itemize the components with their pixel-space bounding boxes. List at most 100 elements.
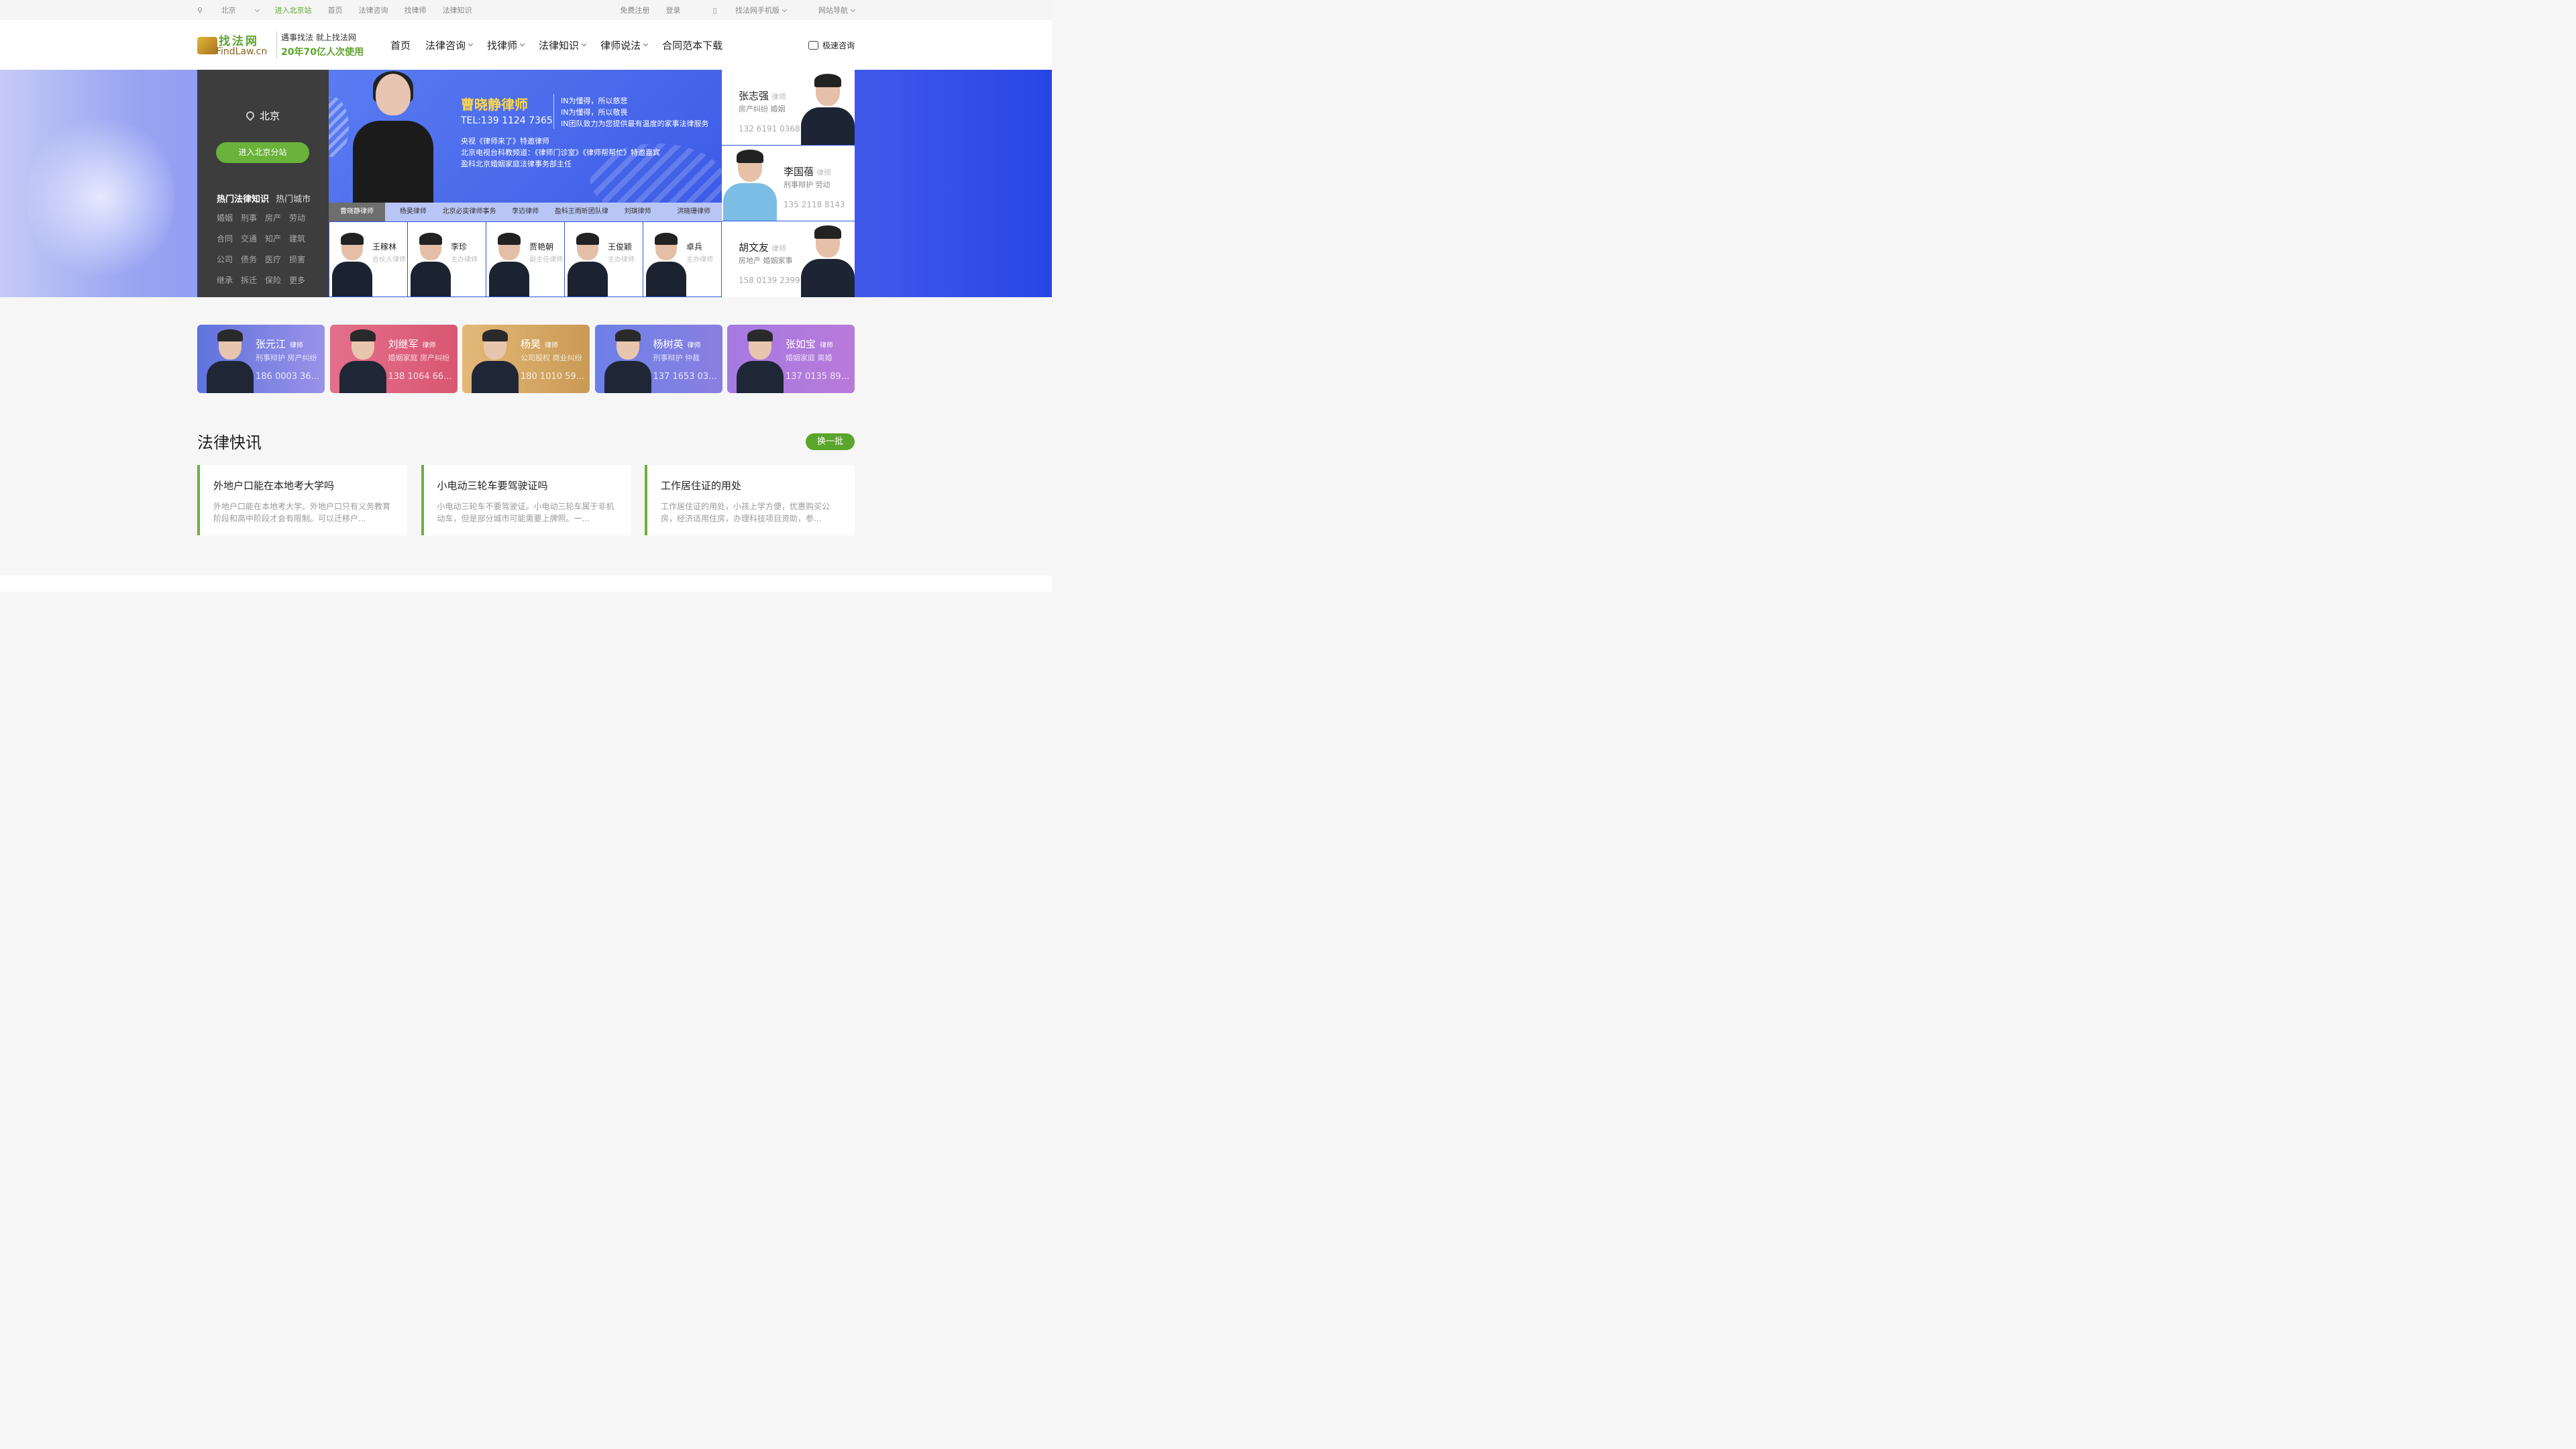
- right-lawyer-card[interactable]: 胡文友 律师 房地产 婚姻家事 158 0139 2399: [722, 221, 855, 297]
- lawyer-photo: [604, 329, 651, 393]
- topic-link[interactable]: 保险: [265, 274, 289, 286]
- top-link-consult[interactable]: 法律咨询: [359, 5, 388, 15]
- ad-tab[interactable]: 李迈律师: [497, 203, 553, 221]
- nav-label: 法律知识: [539, 39, 580, 52]
- lawyer-row: 王稼林 合伙人律师 李珍 主办律师 贾艳朝 副主任律师 王俊颖 主办律师 卓兵 …: [329, 221, 722, 297]
- topic-grid: 婚姻 刑事 房产 劳动 合同 交通 知产 建筑 公司 债务 医疗 损害 继承 拆…: [217, 212, 317, 286]
- chevron-down-icon: [582, 41, 587, 46]
- nav-label: 法律咨询: [425, 39, 466, 52]
- right-lawyer-card[interactable]: 张志强 律师 房产纠纷 婚姻 132 6191 0368: [722, 70, 855, 146]
- lawyer-title: 主办律师: [451, 256, 478, 264]
- topic-link[interactable]: 公司: [217, 254, 241, 265]
- topic-link[interactable]: 继承: [217, 274, 241, 286]
- topic-link[interactable]: 劳动: [289, 212, 313, 223]
- topic-link[interactable]: 交通: [241, 233, 265, 244]
- ad-title: 曹晓静律师: [461, 97, 528, 113]
- topic-link[interactable]: 刑事: [241, 212, 265, 223]
- logo-en: FindLaw.cn: [216, 46, 268, 57]
- news-list: 外地户口能在本地考大学吗 外地户口能在本地考大学。外地户口只有义务教育阶段和高中…: [197, 465, 855, 535]
- chevron-down-icon: [254, 7, 260, 13]
- sitemap-link[interactable]: 网站导航: [802, 5, 856, 15]
- enter-branch-button[interactable]: 进入北京分站: [216, 142, 309, 163]
- nav-label: 合同范本下载: [662, 39, 723, 52]
- topic-link[interactable]: 婚姻: [217, 212, 241, 223]
- top-link-knowledge[interactable]: 法律知识: [443, 5, 472, 15]
- nav-contracts[interactable]: 合同范本下载: [662, 38, 722, 52]
- chevron-down-icon: [468, 41, 474, 46]
- sitemap-label: 网站导航: [818, 6, 848, 15]
- topic-link[interactable]: 知产: [265, 233, 289, 244]
- lawyer-photo: [472, 329, 519, 393]
- right-lawyer-card[interactable]: 李国蓓 律师 刑事辩护 劳动 135 2118 8143: [722, 146, 855, 221]
- location-selector[interactable]: ⚲ 北京: [197, 5, 260, 15]
- news-section-title: 法律快讯: [197, 433, 262, 452]
- lawyer-name-text: 刘继军: [388, 338, 419, 350]
- topic-link[interactable]: 债务: [241, 254, 265, 265]
- lawyer-fields: 婚姻家庭 房产纠纷: [388, 354, 450, 362]
- featured-lawyer-card[interactable]: 杨昊 律师 公司股权 商业纠纷 180 1010 59...: [462, 325, 590, 393]
- ad-tab[interactable]: 杨昊律师: [385, 203, 441, 221]
- lawyer-card[interactable]: 王稼林 合伙人律师: [329, 222, 408, 297]
- ad-tab[interactable]: 盈科王雨昕团队律: [553, 203, 610, 221]
- lawyer-card[interactable]: 李珍 主办律师: [408, 222, 486, 297]
- topic-link[interactable]: 合同: [217, 233, 241, 244]
- lawyer-name-text: 胡文友: [739, 241, 769, 254]
- topic-link[interactable]: 医疗: [265, 254, 289, 265]
- nav-find-lawyer[interactable]: 找律师: [487, 38, 525, 52]
- lawyer-phone: 180 1010 59...: [521, 372, 585, 382]
- news-title: 工作居住证的用处: [661, 480, 742, 492]
- mobile-link[interactable]: ▯ 找法网手机版: [696, 5, 788, 15]
- featured-lawyer-card[interactable]: 张元江 律师 刑事辩护 房产纠纷 186 0003 36...: [197, 325, 325, 393]
- featured-lawyer-card[interactable]: 刘继军 律师 婚姻家庭 房产纠纷 138 1064 66...: [329, 325, 458, 393]
- news-title: 外地户口能在本地考大学吗: [213, 480, 335, 492]
- tab-hot-knowledge[interactable]: 热门法律知识: [217, 195, 269, 205]
- news-card[interactable]: 小电动三轮车要驾驶证吗 小电动三轮车不要驾驶证。小电动三轮车属于非机动车，但是部…: [421, 465, 631, 535]
- ad-carousel[interactable]: 曹晓静律师 TEL:139 1124 7365 IN为懂得，所以慈悲 IN为懂得…: [329, 70, 722, 203]
- register-link[interactable]: 免费注册: [620, 5, 649, 15]
- refresh-button[interactable]: 换一批: [806, 433, 855, 450]
- topic-link[interactable]: 拆迁: [241, 274, 265, 286]
- logo[interactable]: 找法网 FindLaw.cn 遇事找法 就上找法网 20年70亿人次使用: [197, 32, 368, 58]
- nav-consult[interactable]: 法律咨询: [425, 38, 474, 52]
- ad-divider: [553, 94, 554, 129]
- mobile-label: 找法网手机版: [735, 6, 780, 15]
- ad-tab[interactable]: 北京必奕律师事务: [441, 203, 498, 221]
- ad-in-line: IN为懂得，所以慈悲: [561, 97, 628, 105]
- quick-consult-button[interactable]: 极速咨询: [808, 40, 855, 51]
- slogan-line-2: 20年70亿人次使用: [281, 47, 364, 58]
- ad-tab[interactable]: 洪晓珊律师: [665, 203, 722, 221]
- news-summary: 外地户口能在本地考大学。外地户口只有义务教育阶段和高中阶段才会有限制。可以迁移户…: [213, 502, 391, 523]
- lawyer-card[interactable]: 贾艳朝 副主任律师: [486, 222, 565, 297]
- lawyer-role: 律师: [771, 244, 787, 253]
- lawyer-card[interactable]: 卓兵 主办律师: [643, 222, 721, 297]
- nav-lawyer-talk[interactable]: 律师说法: [600, 38, 649, 52]
- ad-tab[interactable]: 曹晓静律师: [329, 203, 385, 221]
- top-link-lawyer[interactable]: 找律师: [405, 5, 427, 15]
- enter-site-link[interactable]: 进入北京站: [275, 5, 312, 15]
- news-card[interactable]: 外地户口能在本地考大学吗 外地户口能在本地考大学。外地户口只有义务教育阶段和高中…: [197, 465, 407, 535]
- lawyer-fields: 刑事辩护 房产纠纷: [256, 354, 317, 362]
- login-link[interactable]: 登录: [665, 5, 680, 15]
- chevron-down-icon: [643, 41, 649, 46]
- featured-lawyer-card[interactable]: 张如宝 律师 婚姻家庭 离婚 137 0135 89...: [727, 325, 855, 393]
- ad-tab[interactable]: 刘琪律师: [610, 203, 666, 221]
- topic-link[interactable]: 更多: [289, 274, 313, 286]
- nav-home[interactable]: 首页: [390, 38, 411, 52]
- lawyer-card[interactable]: 王俊颖 主办律师: [565, 222, 643, 297]
- ad-desc-line: 央视《律师来了》特邀律师: [461, 137, 549, 146]
- topic-link[interactable]: 建筑: [289, 233, 313, 244]
- lawyer-photo: [801, 74, 855, 145]
- ad-tel: TEL:139 1124 7365: [461, 115, 553, 126]
- tab-hot-cities[interactable]: 热门城市: [276, 195, 311, 205]
- topic-link[interactable]: 房产: [265, 212, 289, 223]
- topic-link[interactable]: 损害: [289, 254, 313, 265]
- news-card[interactable]: 工作居住证的用处 工作居住证的用处，小孩上学方便，优惠购买公房，经济适用住房，办…: [645, 465, 855, 535]
- nav-knowledge[interactable]: 法律知识: [539, 38, 587, 52]
- lawyer-fields: 房地产 婚姻家事: [739, 256, 793, 265]
- nav-label: 首页: [390, 39, 411, 52]
- top-link-home[interactable]: 首页: [328, 5, 343, 15]
- ad-in-line: IN为懂得，所以敬畏: [561, 108, 628, 117]
- lawyer-photo: [723, 150, 777, 221]
- featured-lawyer-card[interactable]: 杨树英 律师 刑事辩护 仲裁 137 1653 03...: [594, 325, 722, 393]
- lawyer-photo: [332, 233, 372, 297]
